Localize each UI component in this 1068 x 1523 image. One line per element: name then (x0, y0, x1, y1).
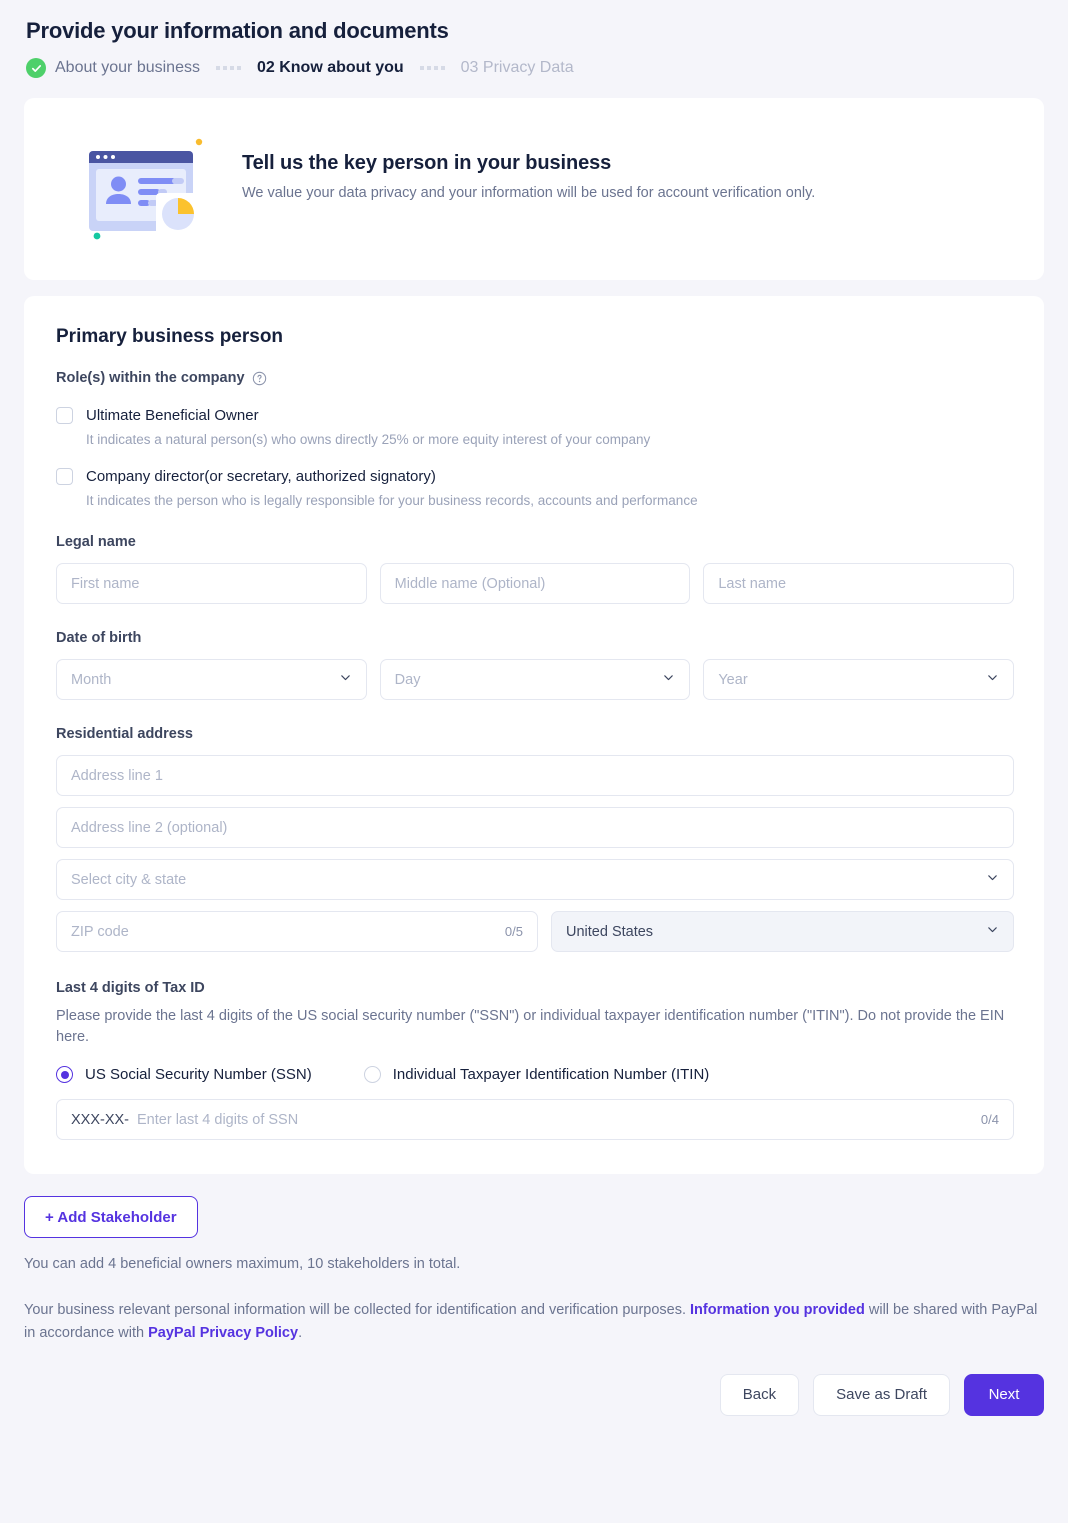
intro-subtitle: We value your data privacy and your info… (242, 185, 816, 201)
primary-business-person-card: Primary business person Role(s) within t… (24, 296, 1044, 1175)
address-line-1-input[interactable]: Address line 1 (56, 755, 1014, 796)
roles-label-row: Role(s) within the company (56, 370, 1014, 386)
radio-itin[interactable] (363, 1066, 381, 1084)
checkbox-label: Company director(or secretary, authorize… (86, 468, 436, 485)
city-state-select[interactable]: Select city & state (56, 859, 1014, 900)
last-name-placeholder: Last name (718, 575, 787, 592)
legal-disclaimer: Your business relevant personal informat… (24, 1299, 1044, 1344)
paypal-privacy-policy-link[interactable]: PayPal Privacy Policy (148, 1325, 298, 1341)
middle-name-placeholder: Middle name (Optional) (394, 575, 546, 592)
tax-id-description: Please provide the last 4 digits of the … (56, 1008, 1005, 1046)
checkbox-row-ultimate-beneficial-owner[interactable]: Ultimate Beneficial Owner (56, 407, 1014, 424)
stepper-separator-1 (215, 66, 241, 70)
date-of-birth-group: Date of birth Month Day Year (54, 630, 1015, 700)
progress-stepper: About your business 02 Know about you 03… (0, 44, 1068, 78)
id-card-browser-illustration (80, 132, 220, 250)
ssn-counter: 0/4 (980, 1112, 999, 1128)
ssn-placeholder: Enter last 4 digits of SSN (137, 1111, 299, 1128)
month-select[interactable]: Month (56, 659, 367, 700)
back-button[interactable]: Back (719, 1373, 800, 1416)
roles-group: Role(s) within the company Ultimate Bene… (54, 370, 1014, 508)
intro-card: Tell us the key person in your business … (24, 98, 1044, 280)
legal-text-part1: Your business relevant personal informat… (24, 1302, 691, 1319)
last-name-input[interactable]: Last name (703, 563, 1015, 604)
day-placeholder: Day (394, 671, 421, 688)
stepper-step-privacy-data[interactable]: 03 Privacy Data (461, 59, 574, 77)
zip-country-row: ZIP code 0/5 United States (56, 911, 1014, 952)
information-you-provided-link[interactable]: Information you provided (690, 1302, 865, 1318)
year-placeholder: Year (718, 671, 748, 688)
first-name-placeholder: First name (71, 575, 140, 592)
chevron-down-icon (986, 923, 999, 940)
date-of-birth-label: Date of birth (56, 630, 142, 646)
tax-id-label: Last 4 digits of Tax ID (56, 980, 205, 996)
year-select[interactable]: Year (703, 659, 1015, 700)
legal-name-label: Legal name (56, 534, 136, 550)
stepper-separator-2 (419, 66, 445, 70)
residential-address-group: Residential address Address line 1 Addre… (54, 726, 1014, 952)
checkbox-label: Ultimate Beneficial Owner (86, 407, 259, 424)
radio-row-ssn[interactable]: US Social Security Number (SSN) (56, 1066, 312, 1084)
stepper-label: 03 Privacy Data (460, 59, 574, 76)
footer: + Add Stakeholder You can add 4 benefici… (0, 1174, 1068, 1438)
checkbox-ultimate-beneficial-owner[interactable] (56, 407, 73, 424)
checkbox-hint-ultimate-beneficial-owner: It indicates a natural person(s) who own… (86, 432, 651, 447)
country-select[interactable]: United States (551, 911, 1014, 952)
save-as-draft-button[interactable]: Save as Draft (813, 1373, 950, 1416)
checkbox-company-director[interactable] (56, 468, 73, 485)
radio-label-itin: Individual Taxpayer Identification Numbe… (392, 1066, 710, 1084)
intro-title: Tell us the key person in your business (242, 152, 612, 174)
stepper-label: 02 Know about you (256, 59, 404, 76)
chevron-down-icon (986, 871, 999, 888)
chevron-down-icon (662, 671, 675, 688)
first-name-input[interactable]: First name (56, 563, 367, 604)
radio-row-itin[interactable]: Individual Taxpayer Identification Numbe… (363, 1066, 710, 1084)
page-title: Provide your information and documents (26, 18, 449, 43)
stepper-label: About your business (55, 59, 200, 76)
zip-code-counter: 0/5 (504, 924, 523, 939)
day-select[interactable]: Day (379, 659, 691, 700)
add-stakeholder-hint: You can add 4 beneficial owners maximum,… (24, 1256, 461, 1273)
chevron-down-icon (339, 671, 352, 688)
city-state-placeholder: Select city & state (71, 871, 187, 888)
middle-name-input[interactable]: Middle name (Optional) (379, 563, 691, 604)
action-buttons: Back Save as Draft Next (24, 1373, 1044, 1438)
tax-id-radio-group: US Social Security Number (SSN) Individu… (56, 1066, 1014, 1084)
radio-label-ssn: US Social Security Number (SSN) (85, 1066, 312, 1084)
zip-code-input[interactable]: ZIP code 0/5 (56, 911, 538, 952)
checkbox-hint-company-director: It indicates the person who is legally r… (86, 493, 698, 508)
stepper-step-know-about-you[interactable]: 02 Know about you (257, 59, 404, 77)
stepper-step-about-your-business[interactable]: About your business (26, 58, 200, 78)
legal-name-row: First name Middle name (Optional) Last n… (56, 563, 1015, 604)
residential-address-label: Residential address (56, 726, 193, 742)
question-circle-icon[interactable] (252, 371, 267, 386)
date-of-birth-row: Month Day Year (56, 659, 1015, 700)
ssn-prefix: XXX-XX- (71, 1111, 130, 1128)
roles-label: Role(s) within the company (56, 370, 245, 386)
address-line-2-placeholder: Address line 2 (optional) (71, 819, 228, 836)
month-placeholder: Month (71, 671, 112, 688)
address-line-1-placeholder: Address line 1 (71, 767, 163, 784)
radio-ssn[interactable] (56, 1066, 73, 1084)
checkbox-row-company-director[interactable]: Company director(or secretary, authorize… (56, 468, 1014, 485)
country-value: United States (566, 923, 654, 940)
check-circle-icon (26, 58, 46, 78)
ssn-last4-input[interactable]: XXX-XX- Enter last 4 digits of SSN 0/4 (56, 1099, 1014, 1141)
legal-text-part3: . (298, 1324, 303, 1341)
add-stakeholder-button[interactable]: + Add Stakeholder (24, 1196, 198, 1239)
address-line-2-input[interactable]: Address line 2 (optional) (56, 807, 1014, 848)
legal-name-group: Legal name First name Middle name (Optio… (54, 534, 1015, 604)
next-button[interactable]: Next (964, 1373, 1044, 1416)
zip-code-placeholder: ZIP code (71, 923, 129, 940)
chevron-down-icon (986, 671, 999, 688)
section-title: Primary business person (56, 326, 284, 347)
tax-id-group: Last 4 digits of Tax ID Please provide t… (54, 980, 1014, 1141)
